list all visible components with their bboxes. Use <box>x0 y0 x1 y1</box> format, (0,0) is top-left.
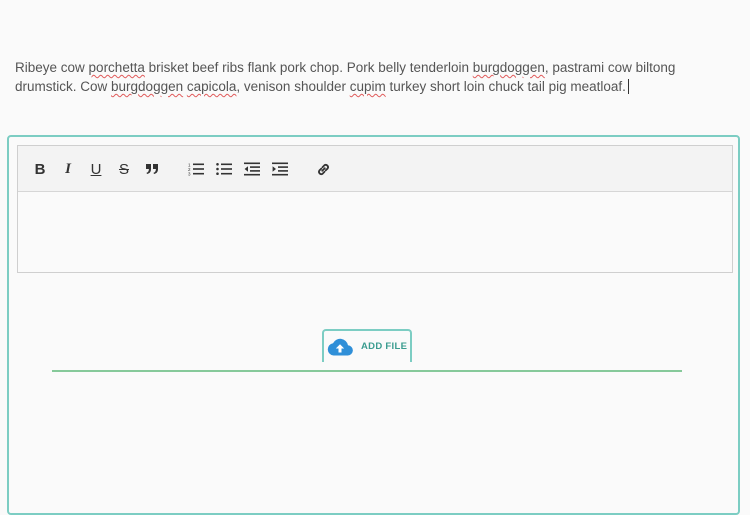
cloud-upload-icon <box>327 338 353 356</box>
upload-divider <box>52 370 682 372</box>
svg-text:3: 3 <box>188 172 191 177</box>
add-file-label: ADD FILE <box>361 341 408 352</box>
bold-icon: B <box>34 160 46 178</box>
upload-area: ADD FILE <box>52 328 682 373</box>
misspelled-word: cupim <box>349 79 386 94</box>
quote-icon <box>146 164 158 174</box>
italic-icon: I <box>65 160 71 177</box>
bulleted-list-button[interactable] <box>214 159 234 179</box>
misspelled-word: porchetta <box>88 60 145 75</box>
strikethrough-button[interactable]: S <box>114 159 134 179</box>
outdent-button[interactable] <box>242 159 262 179</box>
editor-text: brisket beef ribs flank pork chop. Pork … <box>144 60 473 75</box>
indent-button[interactable] <box>270 159 290 179</box>
ordered-list-button[interactable]: 1 2 3 <box>186 159 206 179</box>
add-file-button[interactable]: ADD FILE <box>322 329 412 362</box>
editor-text: Ribeye cow <box>15 60 89 75</box>
editor-content[interactable]: Ribeye cow porchetta brisket beef ribs f… <box>15 58 685 96</box>
strikethrough-icon: S <box>118 160 129 178</box>
link-icon <box>317 163 329 175</box>
underline-button[interactable]: U <box>86 159 106 179</box>
misspelled-word: burgdoggen <box>472 60 545 75</box>
bulleted-list-icon <box>216 163 232 175</box>
rich-text-editor: B I U S 1 2 3 <box>17 145 733 273</box>
underline-icon: U <box>90 160 102 178</box>
editor-toolbar: B I U S 1 2 3 <box>18 146 732 192</box>
italic-button[interactable]: I <box>58 159 78 179</box>
bold-button[interactable]: B <box>30 159 50 179</box>
editor-text: turkey short loin chuck tail pig meatloa… <box>385 79 626 94</box>
link-button[interactable] <box>313 159 333 179</box>
ordered-list-icon: 1 2 3 <box>188 163 204 177</box>
editor-text: , venison shoulder <box>236 79 350 94</box>
outdent-icon <box>244 162 260 176</box>
text-caret <box>627 79 629 94</box>
blockquote-button[interactable] <box>142 159 162 179</box>
misspelled-word: burgdoggen <box>111 79 184 94</box>
misspelled-word: capicola <box>186 79 237 94</box>
indent-icon <box>272 162 288 176</box>
